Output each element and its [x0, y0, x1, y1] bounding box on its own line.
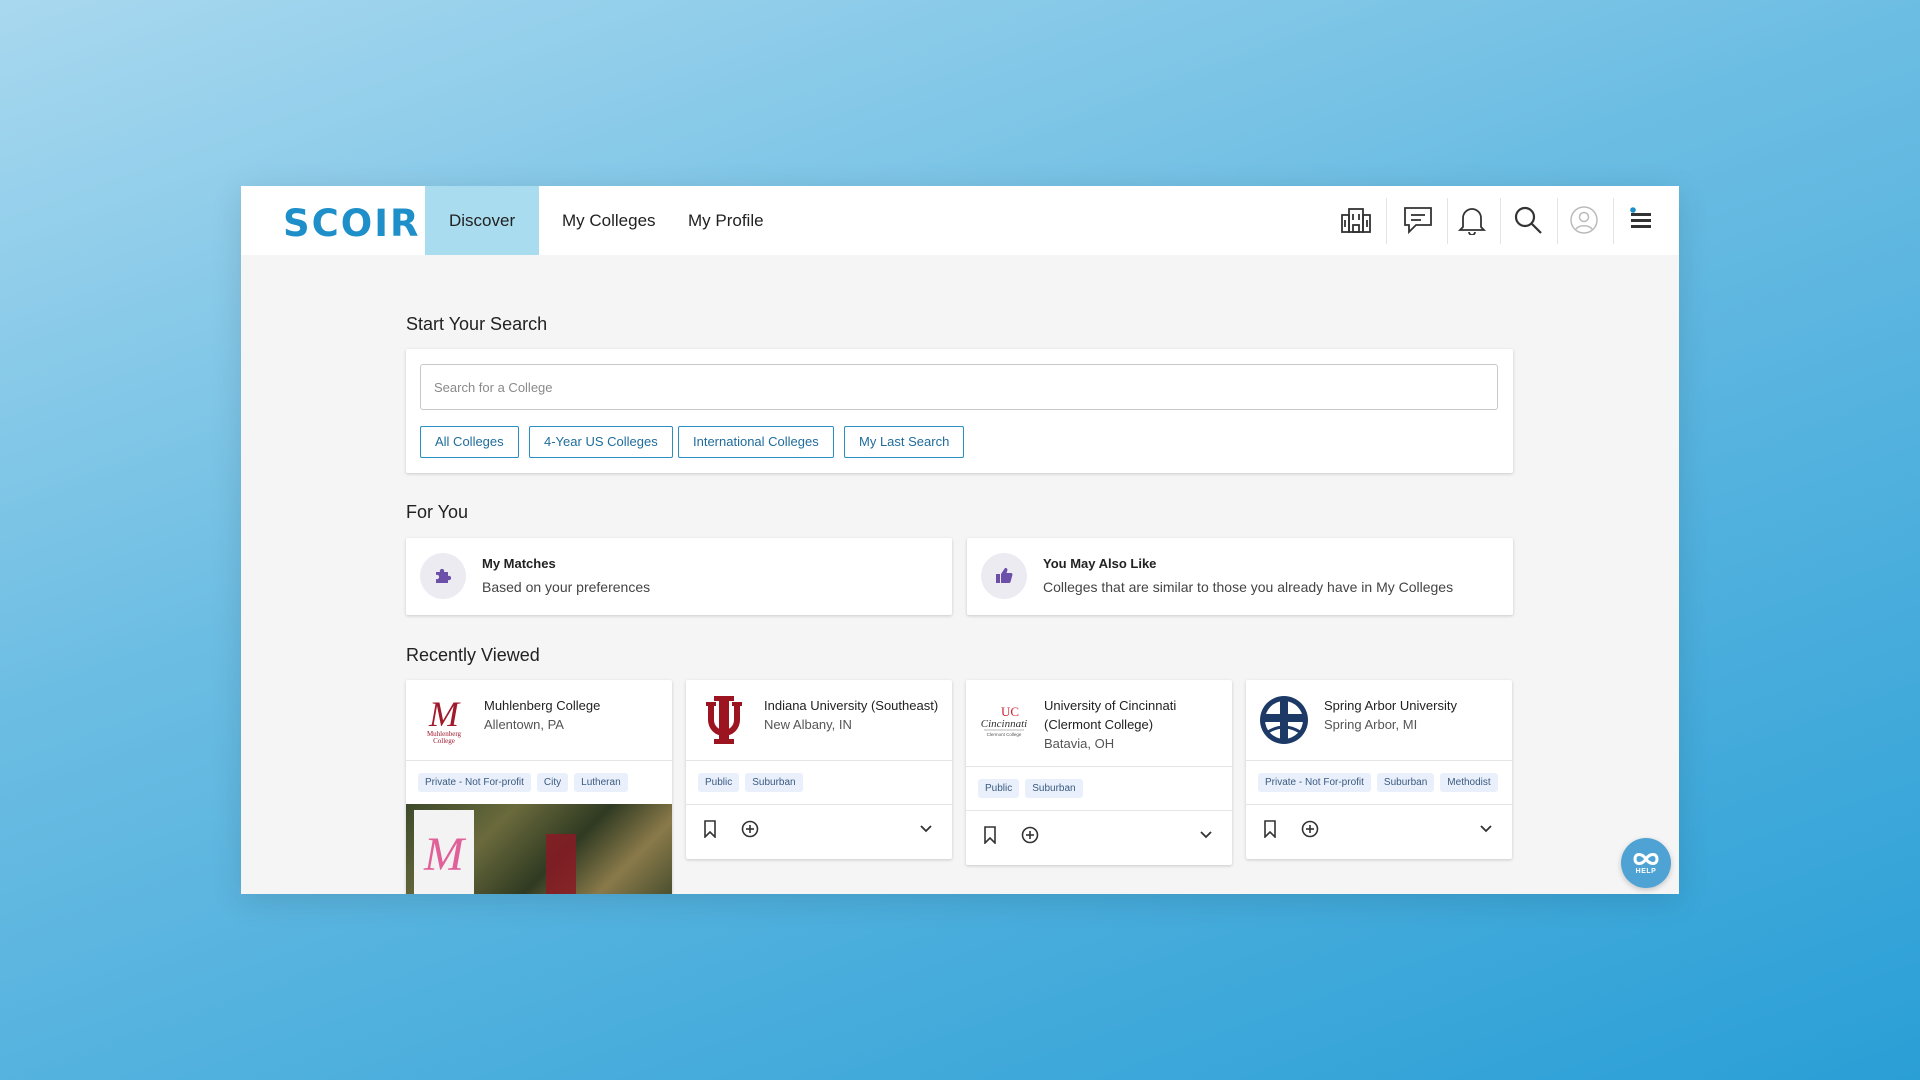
you-may-also-like-card[interactable]: You May Also Like Colleges that are simi… [967, 538, 1513, 615]
search-section-title: Start Your Search [406, 314, 548, 334]
my-matches-subtitle: Based on your preferences [482, 579, 651, 595]
recently-viewed-section-title: Recently Viewed [406, 645, 540, 665]
chevron-down-icon[interactable] [1195, 824, 1217, 846]
you-may-also-like-title: You May Also Like [1043, 556, 1157, 571]
puzzle-icon [420, 553, 466, 599]
nav-tab-discover[interactable]: Discover [425, 186, 540, 255]
thumbs-up-icon [981, 553, 1027, 599]
bookmark-icon[interactable] [699, 818, 721, 840]
college-card-header: M Muhlenberg College Muhlenberg College … [406, 680, 672, 761]
tag: Private - Not For-profit [418, 773, 531, 792]
top-navigation-bar: SCOIR Discover My Colleges My Profile [241, 186, 1679, 255]
chevron-down-icon[interactable] [915, 818, 937, 840]
for-you-section-title: For You [406, 502, 469, 522]
tag: City [536, 773, 569, 792]
college-name: Indiana University (Southeast) New Alban… [764, 696, 944, 734]
menu-icon[interactable] [1621, 200, 1661, 240]
college-location: New Albany, IN [764, 717, 852, 732]
header-divider [1386, 198, 1387, 244]
college-location: Batavia, OH [1044, 736, 1115, 751]
college-tags: Public Suburban [698, 772, 809, 792]
svg-text:M: M [423, 828, 467, 881]
college-tags: Public Suburban [978, 778, 1089, 798]
tag: Methodist [1440, 773, 1498, 792]
school-building-icon[interactable] [1336, 200, 1376, 240]
college-name: Spring Arbor University Spring Arbor, MI [1324, 696, 1504, 734]
chevron-down-icon[interactable] [1475, 818, 1497, 840]
you-may-also-like-subtitle: Colleges that are similar to those you a… [1043, 579, 1454, 595]
search-icon[interactable] [1508, 200, 1548, 240]
college-name: University of Cincinnati (Clermont Colle… [1044, 696, 1224, 753]
svg-text:College: College [433, 737, 455, 745]
college-name-text[interactable]: Muhlenberg College [484, 696, 664, 715]
user-avatar-icon[interactable] [1564, 200, 1604, 240]
header-divider [1613, 198, 1614, 244]
college-name-text[interactable]: University of Cincinnati (Clermont Colle… [1044, 696, 1224, 734]
filter-my-last-search-button[interactable]: My Last Search [844, 426, 965, 458]
add-circle-icon[interactable] [1019, 824, 1041, 846]
scoir-logo[interactable]: SCOIR [283, 202, 421, 245]
bookmark-icon[interactable] [979, 824, 1001, 846]
college-location: Allentown, PA [484, 717, 564, 732]
my-matches-title: My Matches [482, 556, 556, 571]
indiana-university-logo [698, 694, 750, 746]
college-card-indiana-southeast[interactable]: Indiana University (Southeast) New Alban… [686, 680, 952, 859]
college-card-actions [686, 804, 952, 853]
muhlenberg-logo: M Muhlenberg College [418, 694, 470, 746]
college-name-text[interactable]: Spring Arbor University [1324, 696, 1504, 715]
infinity-icon [1633, 853, 1659, 865]
svg-text:UC: UC [1001, 704, 1019, 719]
add-circle-icon[interactable] [1299, 818, 1321, 840]
college-card-actions [966, 810, 1232, 859]
campus-banner: M [414, 810, 474, 894]
chat-icon[interactable] [1398, 200, 1438, 240]
svg-text:Cincinnati: Cincinnati [981, 718, 1027, 730]
tag: Suburban [1025, 779, 1083, 798]
spring-arbor-logo [1258, 694, 1310, 746]
cincinnati-logo: UC Cincinnati Clermont College [978, 696, 1030, 748]
campus-sign [546, 834, 576, 894]
college-card-cincinnati-clermont[interactable]: UC Cincinnati Clermont College Universit… [966, 680, 1232, 865]
tag: Public [698, 773, 740, 792]
header-divider [1500, 198, 1501, 244]
tag: Public [978, 779, 1020, 798]
search-card: All Colleges 4-Year US Colleges Internat… [406, 349, 1513, 473]
college-card-actions [1246, 804, 1512, 853]
bookmark-icon[interactable] [1259, 818, 1281, 840]
college-tags: Private - Not For-profit Suburban Methodis… [1258, 772, 1504, 792]
college-card-header: UC Cincinnati Clermont College Universit… [966, 680, 1232, 767]
header-divider [1557, 198, 1558, 244]
tag: Suburban [1376, 773, 1435, 792]
svg-text:M: M [428, 694, 461, 734]
filter-4-year-us-colleges-button[interactable]: 4-Year US Colleges [529, 426, 673, 458]
filter-international-colleges-button[interactable]: International Colleges [678, 426, 834, 458]
college-card-muhlenberg[interactable]: M Muhlenberg College Muhlenberg College … [406, 680, 672, 894]
college-card-header: Spring Arbor University Spring Arbor, MI [1246, 680, 1512, 761]
college-search-input[interactable] [420, 364, 1498, 410]
my-matches-card[interactable]: My Matches Based on your preferences [406, 538, 952, 615]
college-tags: Private - Not For-profit City Lutheran [418, 772, 634, 792]
college-card-spring-arbor[interactable]: Spring Arbor University Spring Arbor, MI… [1246, 680, 1512, 859]
filter-all-colleges-button[interactable]: All Colleges [420, 426, 519, 458]
tag: Private - Not For-profit [1258, 773, 1371, 792]
help-label: HELP [1635, 868, 1657, 875]
bell-icon[interactable] [1452, 200, 1492, 240]
app-window: SCOIR Discover My Colleges My Profile St… [241, 186, 1679, 894]
nav-tab-my-profile[interactable]: My Profile [664, 186, 788, 255]
svg-text:Clermont College: Clermont College [987, 732, 1022, 737]
tag: Lutheran [574, 773, 628, 792]
help-button[interactable]: HELP [1621, 838, 1671, 888]
tag: Suburban [745, 773, 803, 792]
campus-photo: M [406, 804, 672, 894]
college-location: Spring Arbor, MI [1324, 717, 1418, 732]
college-name-text[interactable]: Indiana University (Southeast) [764, 696, 944, 715]
college-card-header: Indiana University (Southeast) New Alban… [686, 680, 952, 761]
college-name: Muhlenberg College Allentown, PA [484, 696, 664, 734]
header-divider [1447, 198, 1448, 244]
nav-tab-my-colleges[interactable]: My Colleges [538, 186, 680, 255]
add-circle-icon[interactable] [739, 818, 761, 840]
